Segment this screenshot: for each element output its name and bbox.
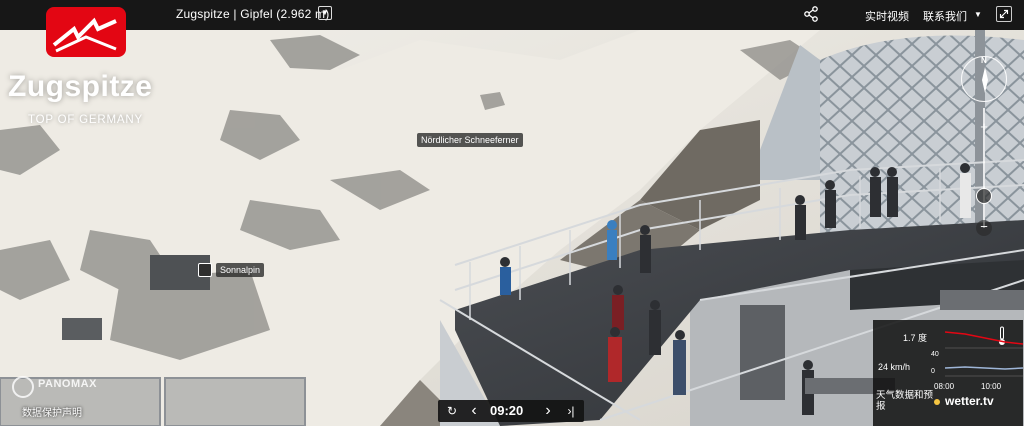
restaurant-icon[interactable] — [198, 263, 212, 277]
top-bar: Zugspitze | Gipfel (2.962 m) ▼ 实时视频 联系我们… — [0, 0, 1024, 30]
wind-axis-low: 0 — [931, 368, 935, 375]
timestamp-display[interactable]: 09:20 — [490, 403, 523, 418]
poi-label-glacier[interactable]: Nördlicher Schneeferner — [417, 133, 523, 147]
zoom-slider-handle[interactable] — [976, 188, 992, 204]
wind-speed-value: 24 km/h — [878, 362, 911, 372]
zoom-in-button[interactable]: + — [976, 120, 992, 136]
weather-widget[interactable]: 1.7 度 40 0 24 km/h 08:00 10:00 天气数据和预报 w… — [873, 320, 1023, 426]
compass-control[interactable]: N — [961, 56, 1007, 102]
north-indicator: N — [981, 56, 987, 65]
wetter-tv-brand[interactable]: wetter.tv — [945, 394, 994, 408]
wind-axis-high: 40 — [931, 351, 939, 358]
graph-time-end: 10:00 — [981, 382, 1002, 391]
poi-label-sonnalpin[interactable]: Sonnalpin — [216, 263, 265, 277]
panomax-logo-icon — [12, 376, 34, 398]
camera-select-dropdown[interactable]: ▼ — [318, 6, 332, 20]
webcam-viewer[interactable]: Zugspitze | Gipfel (2.962 m) ▼ 实时视频 联系我们… — [0, 0, 1024, 426]
panomax-watermark: PANOMAX — [38, 378, 97, 390]
jump-to-latest-button[interactable]: ›| — [562, 403, 580, 419]
privacy-link[interactable]: 数据保护声明 — [22, 404, 82, 419]
graph-time-start: 08:00 — [934, 382, 955, 391]
sun-icon — [934, 399, 940, 405]
contact-us-menu[interactable]: 联系我们 — [923, 8, 967, 24]
weather-trend-graph — [945, 331, 1023, 377]
previous-frame-button[interactable]: ‹ — [466, 403, 482, 419]
fullscreen-icon[interactable] — [996, 6, 1012, 22]
logo-wordmark: Zugspitze — [8, 70, 153, 103]
camera-title: Zugspitze | Gipfel (2.962 m) — [176, 7, 330, 21]
temperature-value: 1.7 度 — [903, 333, 928, 343]
replay-button[interactable]: ↻ — [442, 403, 462, 419]
playback-bar: ↻ ‹ 09:20 › ›| — [438, 400, 584, 422]
mountain-logo-icon — [52, 17, 117, 53]
next-frame-button[interactable]: › — [540, 403, 556, 419]
chevron-down-icon[interactable]: ▼ — [974, 10, 982, 19]
live-video-link[interactable]: 实时视频 — [865, 8, 909, 24]
panorama-image[interactable] — [0, 0, 1024, 426]
zugspitze-logo[interactable] — [46, 7, 126, 57]
share-icon[interactable] — [803, 6, 819, 22]
logo-tagline: TOP OF GERMANY — [28, 114, 143, 126]
zoom-out-button[interactable]: − — [976, 220, 992, 236]
forecast-link[interactable]: 天气数据和预报 — [876, 390, 936, 412]
